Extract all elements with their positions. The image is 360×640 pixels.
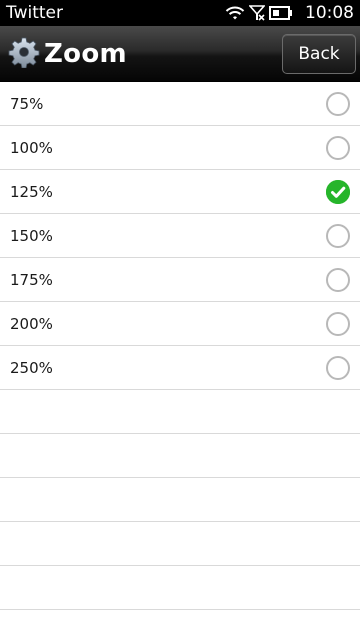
wifi-icon <box>225 5 245 21</box>
page-title: Zoom <box>44 38 127 69</box>
checkmark-selected-icon[interactable] <box>326 179 350 204</box>
status-app-name: Twitter <box>6 3 63 23</box>
zoom-option-75[interactable]: 75% <box>0 82 360 126</box>
radio-unchecked-icon[interactable] <box>326 267 350 292</box>
zoom-option-200[interactable]: 200% <box>0 302 360 346</box>
zoom-option-175[interactable]: 175% <box>0 258 360 302</box>
title-bar: Zoom Back <box>0 26 360 82</box>
status-time: 10:08 <box>305 3 354 23</box>
radio-unchecked-icon[interactable] <box>326 355 350 380</box>
zoom-option-100[interactable]: 100% <box>0 126 360 170</box>
zoom-options-list: 75% 100% 125% 150% 175% 200% 250% <box>0 82 360 610</box>
gear-icon <box>8 36 40 72</box>
radio-unchecked-icon[interactable] <box>326 135 350 160</box>
radio-unchecked-icon[interactable] <box>326 223 350 248</box>
radio-unchecked-icon[interactable] <box>326 91 350 116</box>
zoom-option-label: 125% <box>10 182 53 201</box>
zoom-option-label: 175% <box>10 270 53 289</box>
zoom-settings-screen: Twitter 10:08 Zoom Back 75% 100% 125% 15… <box>0 0 360 640</box>
zoom-option-label: 250% <box>10 358 53 377</box>
zoom-option-150[interactable]: 150% <box>0 214 360 258</box>
back-button[interactable]: Back <box>282 33 356 74</box>
zoom-option-125[interactable]: 125% <box>0 170 360 214</box>
status-bar: Twitter 10:08 <box>0 0 360 26</box>
empty-list-row <box>0 478 360 522</box>
zoom-option-label: 75% <box>10 94 44 113</box>
zoom-option-250[interactable]: 250% <box>0 346 360 390</box>
radio-unchecked-icon[interactable] <box>326 311 350 336</box>
title-group: Zoom <box>8 36 127 72</box>
empty-list-row <box>0 434 360 478</box>
zoom-option-label: 100% <box>10 138 53 157</box>
battery-icon <box>269 6 293 20</box>
zoom-option-label: 200% <box>10 314 53 333</box>
empty-list-row <box>0 522 360 566</box>
zoom-option-label: 150% <box>10 226 53 245</box>
empty-list-row <box>0 566 360 610</box>
signal-no-service-icon <box>249 5 265 21</box>
status-indicators: 10:08 <box>225 0 354 26</box>
empty-list-row <box>0 390 360 434</box>
